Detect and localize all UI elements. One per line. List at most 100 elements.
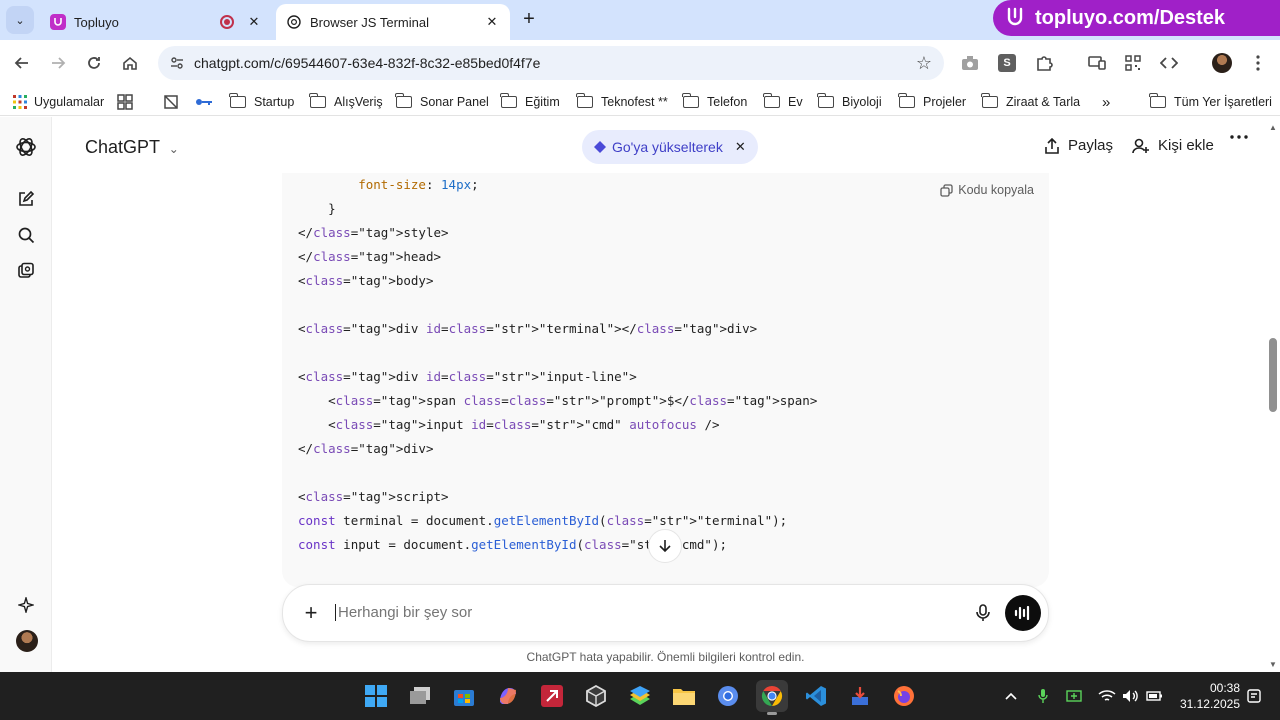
reload-icon[interactable] — [82, 51, 106, 75]
copilot-icon[interactable] — [492, 680, 524, 712]
search-icon[interactable] — [14, 223, 38, 247]
chrome-icon[interactable] — [712, 680, 744, 712]
share-label: Paylaş — [1068, 137, 1114, 154]
microsoft-store-icon[interactable] — [448, 680, 480, 712]
topluyo-favicon-icon — [50, 14, 66, 30]
scroll-down-small-arrow-icon[interactable]: ▼ — [1269, 660, 1277, 669]
user-avatar[interactable] — [16, 630, 38, 652]
openai-favicon-icon — [286, 14, 302, 30]
qr-code-icon[interactable] — [1121, 51, 1145, 75]
add-person-button[interactable]: Kişi ekle — [1132, 137, 1214, 154]
model-selector[interactable]: ChatGPT ⌄ — [85, 137, 179, 158]
code-brackets-icon[interactable] — [1157, 51, 1181, 75]
extensions-puzzle-icon[interactable] — [1032, 51, 1056, 75]
bookmark-star-icon[interactable]: ☆ — [916, 53, 932, 74]
model-label: ChatGPT — [85, 137, 160, 157]
bookmarks-overflow-chevron-icon[interactable]: » — [1102, 92, 1110, 112]
images-icon[interactable] — [14, 259, 38, 283]
bookmark-folder-telefon[interactable]: Telefon — [682, 92, 747, 112]
back-arrow-icon[interactable] — [10, 51, 34, 75]
bookmark-folder-ziraat[interactable]: Ziraat & Tarla — [981, 92, 1080, 112]
unity-cube-icon[interactable] — [580, 680, 612, 712]
notifications-icon[interactable] — [1243, 686, 1265, 706]
new-chat-icon[interactable] — [14, 187, 38, 211]
camera-icon[interactable] — [958, 51, 982, 75]
bookmark-no-image-icon[interactable] — [163, 92, 179, 112]
cast-icon[interactable] — [1085, 51, 1109, 75]
openai-logo-icon[interactable] — [14, 135, 38, 159]
task-view-icon[interactable] — [404, 680, 436, 712]
bookmark-apps[interactable]: Uygulamalar — [12, 92, 104, 112]
code-line: const terminal = document.getElementById… — [298, 513, 788, 528]
banner-text: topluyo.com/Destek — [1035, 6, 1226, 29]
bookmark-folder-projeler[interactable]: Projeler — [898, 92, 966, 112]
topluyo-banner[interactable]: topluyo.com/Destek — [993, 0, 1280, 36]
profile-avatar[interactable] — [1210, 51, 1234, 75]
power-battery-icon[interactable] — [1144, 686, 1166, 706]
browser-menu-icon[interactable] — [1246, 51, 1270, 75]
tab-browser-js-terminal[interactable]: Browser JS Terminal ✕ — [276, 4, 510, 40]
close-tab-icon[interactable]: ✕ — [246, 14, 262, 30]
close-tab-icon[interactable]: ✕ — [484, 14, 500, 30]
bluestacks-icon[interactable] — [624, 680, 656, 712]
voice-mode-button[interactable] — [1005, 595, 1041, 631]
volume-icon[interactable] — [1120, 686, 1142, 706]
bookmark-folder-egitim[interactable]: Eğitim — [500, 92, 560, 112]
forward-arrow-icon[interactable] — [46, 51, 70, 75]
windows-taskbar: 00:38 31.12.2025 — [0, 672, 1280, 720]
tray-overflow-chevron-icon[interactable] — [1000, 686, 1022, 706]
home-icon[interactable] — [118, 51, 142, 75]
prompt-input[interactable] — [335, 604, 955, 621]
sparkle-icon[interactable] — [14, 593, 38, 617]
battery-tray-icon[interactable] — [1064, 686, 1086, 706]
bookmark-label: Sonar Panel — [420, 95, 489, 109]
installer-icon[interactable] — [844, 680, 876, 712]
windows-start-icon[interactable] — [360, 680, 392, 712]
disclaimer-text: ChatGPT hata yapabilir. Önemli bilgileri… — [526, 650, 805, 664]
file-explorer-folder-icon[interactable] — [668, 680, 700, 712]
share-button[interactable]: Paylaş — [1044, 137, 1113, 154]
close-icon[interactable]: ✕ — [735, 139, 746, 155]
folder-icon — [395, 93, 412, 108]
vscode-icon[interactable] — [800, 680, 832, 712]
code-line: </class="tag">head> — [298, 249, 442, 264]
add-attachment-plus-icon[interactable]: + — [299, 600, 323, 625]
address-bar[interactable]: chatgpt.com/c/69544607-63e4-832f-8c32-e8… — [158, 46, 944, 80]
bookmarks-bar: Uygulamalar Startup AlışVeriş Sonar Pane… — [0, 86, 1280, 116]
tab-search-chevron-icon[interactable]: ⌄ — [6, 6, 34, 34]
scrollbar-thumb[interactable] — [1269, 338, 1277, 412]
scroll-up-arrow-icon[interactable]: ▲ — [1269, 123, 1277, 132]
tab-topluyo[interactable]: Topluyo ✕ — [40, 4, 272, 40]
copy-code-button[interactable]: Kodu kopyala — [940, 183, 1034, 197]
browser-toolbar: chatgpt.com/c/69544607-63e4-832f-8c32-e8… — [0, 40, 1280, 86]
left-rail — [0, 117, 52, 672]
bookmark-folder-startup[interactable]: Startup — [229, 92, 294, 112]
code-line: </class="tag">div> — [298, 441, 434, 456]
folder-icon — [500, 93, 517, 108]
bookmark-folder-biyoloji[interactable]: Biyoloji — [817, 92, 882, 112]
visual-studio-red-icon[interactable] — [536, 680, 568, 712]
bookmark-folder-ev[interactable]: Ev — [763, 92, 803, 112]
new-tab-plus-icon[interactable]: + — [518, 9, 540, 31]
code-line: <class="tag">input id=class="str">"cmd" … — [298, 417, 720, 432]
wifi-icon[interactable] — [1096, 686, 1118, 706]
upgrade-go-pill[interactable]: Go'ya yükselterek ✕ — [582, 130, 758, 164]
site-settings-icon[interactable] — [168, 54, 186, 72]
more-options-icon[interactable] — [1230, 135, 1256, 139]
page-scrollbar[interactable]: ▲ ▼ — [1266, 117, 1280, 672]
system-clock[interactable]: 00:38 31.12.2025 — [1170, 680, 1240, 712]
microphone-icon[interactable] — [971, 601, 995, 625]
microphone-tray-icon[interactable] — [1032, 686, 1054, 706]
bookmark-folder-all[interactable]: Tüm Yer İşaretleri — [1149, 92, 1272, 112]
active-app-indicator — [767, 712, 777, 715]
firefox-icon[interactable] — [888, 680, 920, 712]
bookmark-grid-icon[interactable] — [117, 92, 133, 112]
url-text[interactable]: chatgpt.com/c/69544607-63e4-832f-8c32-e8… — [194, 55, 916, 71]
bookmark-folder-teknofest[interactable]: Teknofest ** — [576, 92, 668, 112]
bookmark-folder-sonar-panel[interactable]: Sonar Panel — [395, 92, 489, 112]
scroll-down-arrow-icon[interactable] — [648, 529, 682, 563]
bookmark-key-icon[interactable] — [195, 92, 213, 112]
bookmark-folder-alisveris[interactable]: AlışVeriş — [309, 92, 383, 112]
extension-s-icon[interactable]: S — [995, 51, 1019, 75]
chrome-active-icon[interactable] — [756, 680, 788, 715]
